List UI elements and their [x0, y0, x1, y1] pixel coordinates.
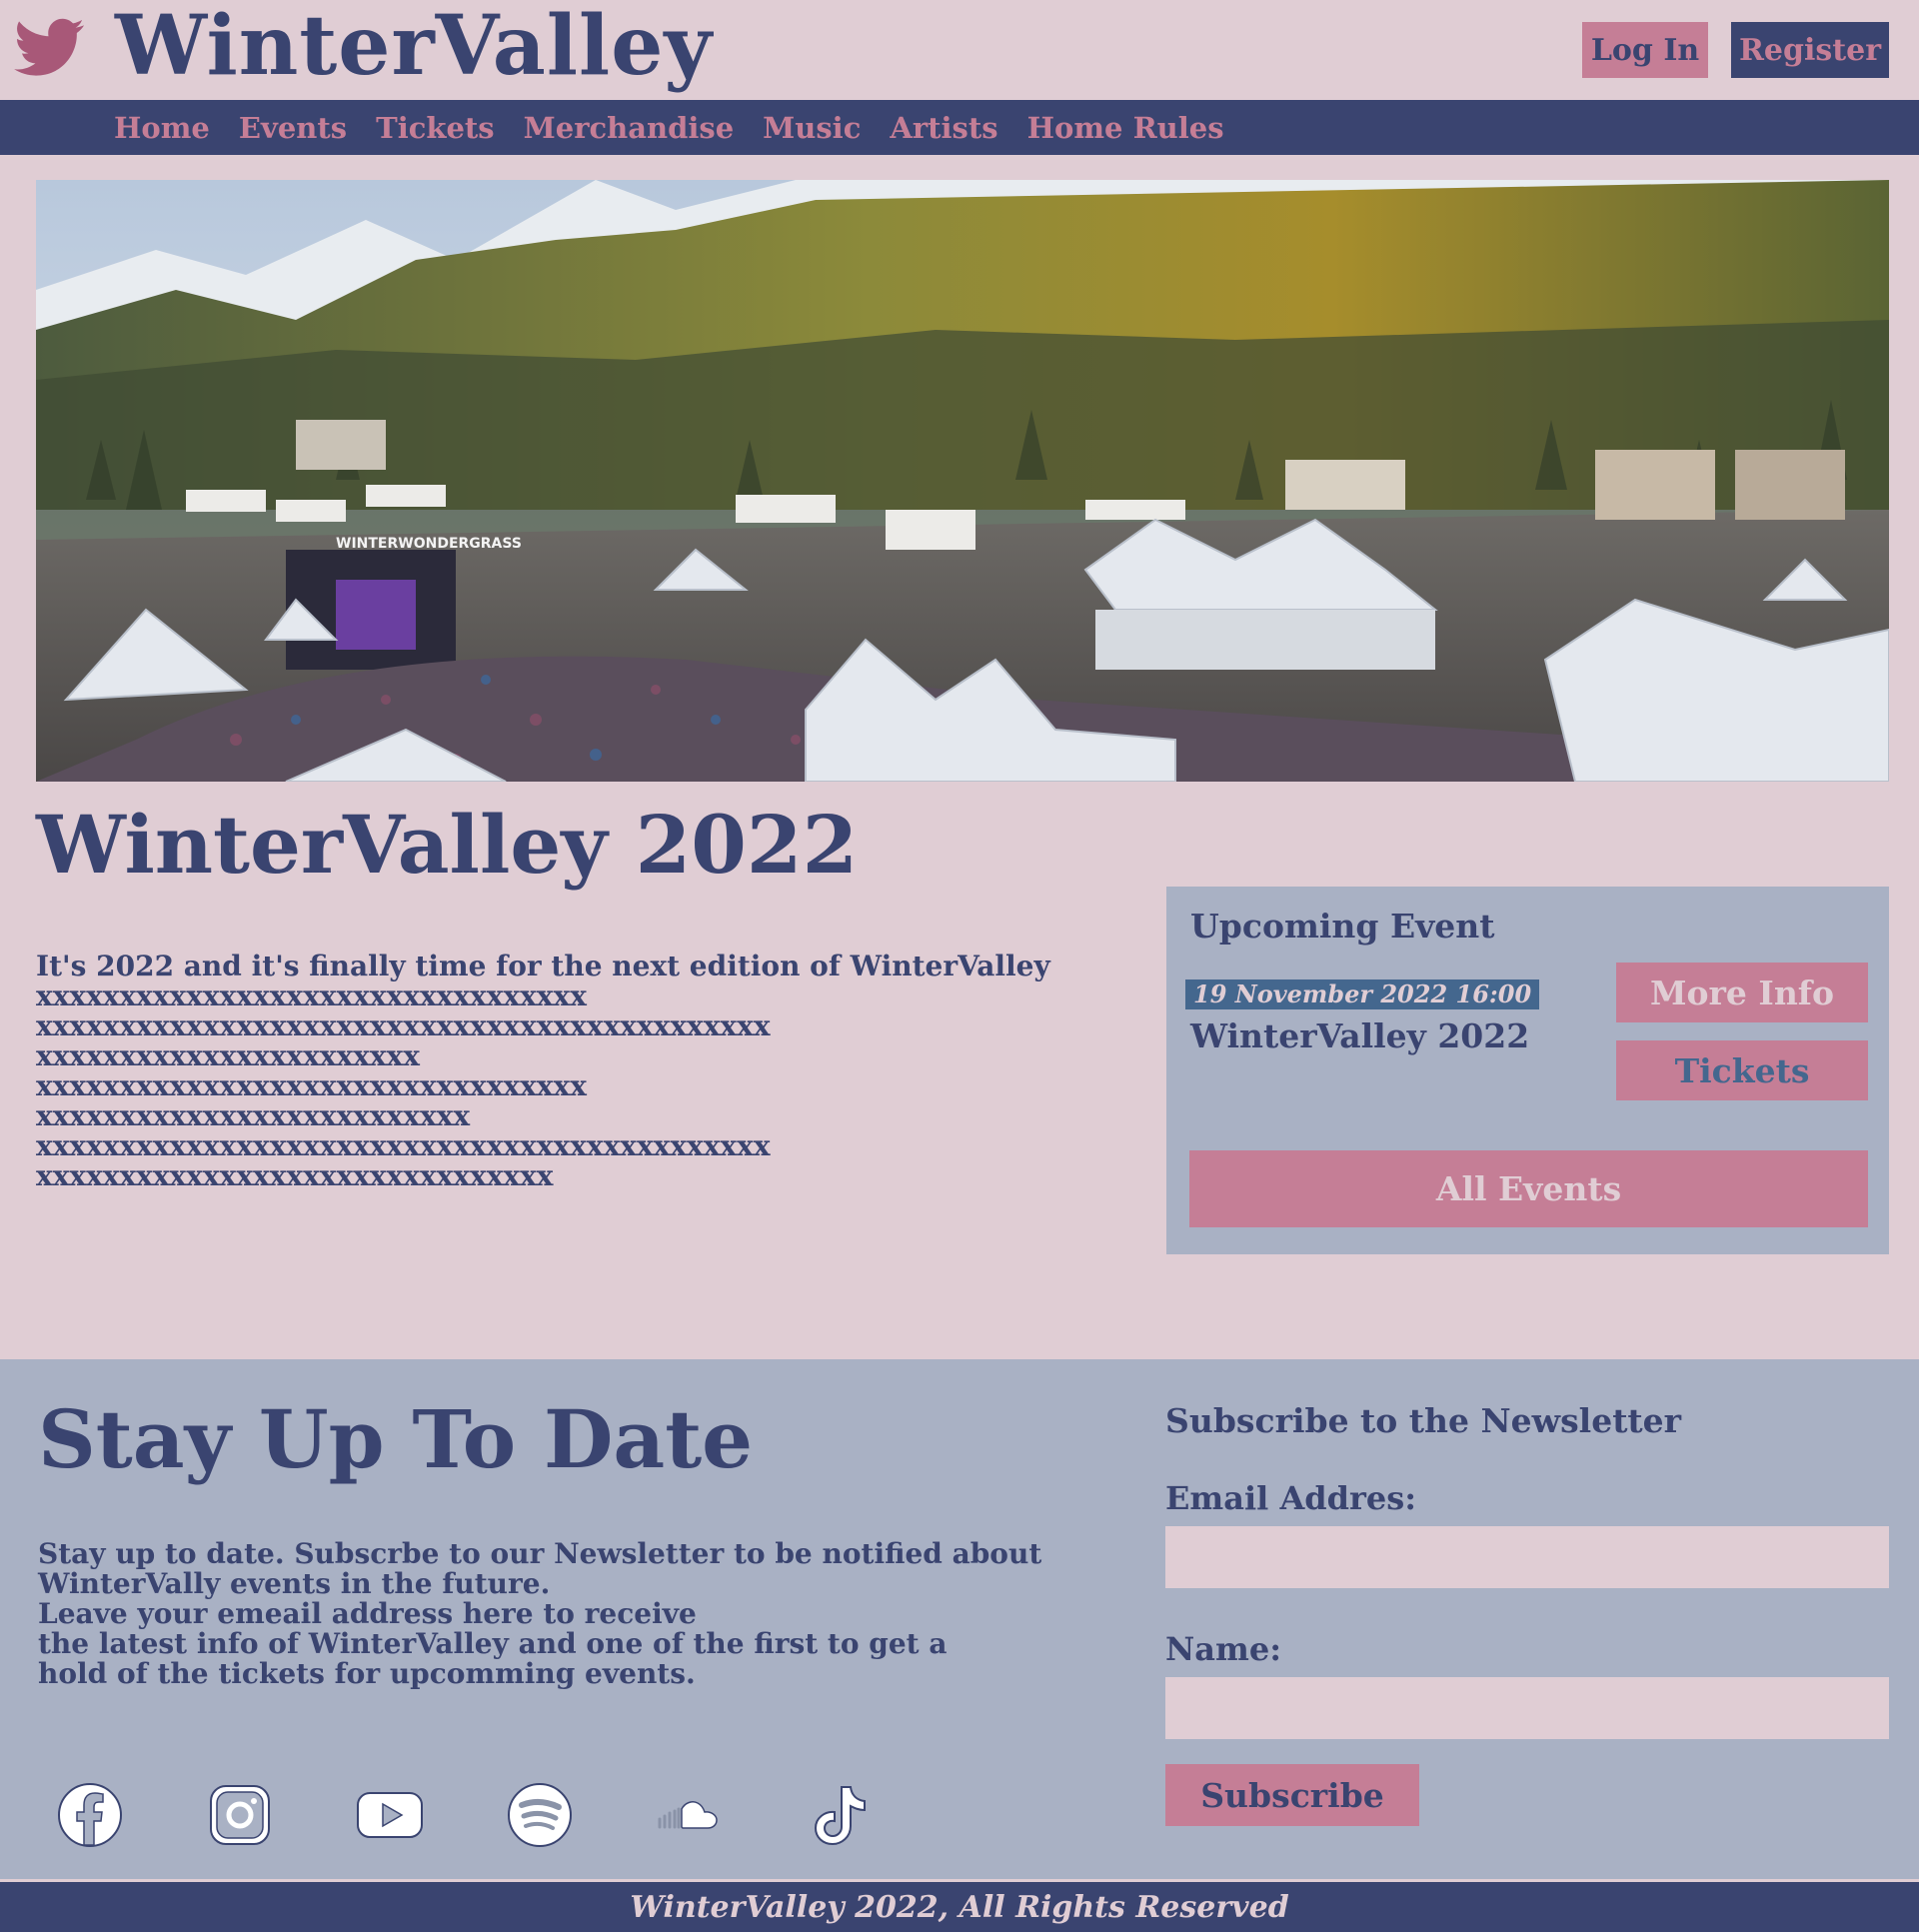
- nav-item-music[interactable]: Music: [763, 111, 861, 145]
- youtube-icon[interactable]: [356, 1781, 424, 1849]
- subscribe-button[interactable]: Subscribe: [1165, 1764, 1419, 1826]
- subscribe-heading: Subscribe to the Newsletter: [1165, 1401, 1682, 1440]
- newsletter-text: Stay up to date. Subscrbe to our Newslet…: [38, 1539, 1117, 1689]
- email-label: Email Addres:: [1165, 1479, 1417, 1517]
- facebook-icon[interactable]: [56, 1781, 124, 1849]
- main-nav: Home Events Tickets Merchandise Music Ar…: [0, 100, 1919, 155]
- upcoming-event-panel: Upcoming Event 19 November 2022 16:00 Wi…: [1166, 887, 1889, 1254]
- nav-item-home-rules[interactable]: Home Rules: [1027, 111, 1224, 145]
- hero-stage-sign: WINTERWONDERGRASS: [336, 536, 522, 552]
- more-info-button[interactable]: More Info: [1616, 963, 1868, 1022]
- page-title: WinterValley 2022: [36, 798, 859, 892]
- tiktok-icon[interactable]: [806, 1781, 874, 1849]
- intro-line: xxxxxxxxxxxxxxxxxxxxxxxxxxxxxxxxxxxxxxxx…: [36, 1009, 771, 1042]
- footer-copyright: WinterValley 2022, All Rights Reserved: [630, 1889, 1289, 1925]
- bird-icon[interactable]: [10, 12, 90, 82]
- instagram-icon[interactable]: [206, 1781, 274, 1849]
- newsletter-section: Stay Up To Date Stay up to date. Subscrb…: [0, 1359, 1919, 1879]
- newsletter-text-line: hold of the tickets for upcomming events…: [38, 1657, 696, 1690]
- nav-item-events[interactable]: Events: [239, 111, 347, 145]
- nav-item-home[interactable]: Home: [114, 111, 210, 145]
- site-brand[interactable]: WinterValley: [115, 0, 713, 92]
- email-field[interactable]: [1165, 1526, 1889, 1588]
- hero-image: WINTERWONDERGRASS: [36, 180, 1889, 782]
- register-button[interactable]: Register: [1731, 22, 1889, 78]
- nav-item-artists[interactable]: Artists: [890, 111, 997, 145]
- name-field[interactable]: [1165, 1677, 1889, 1739]
- intro-line: xxxxxxxxxxxxxxxxxxxxxxxxxxxxxxx: [36, 1159, 554, 1192]
- intro-line: It's 2022 and it's finally time for the …: [36, 950, 1050, 982]
- newsletter-text-line: Leave your emeail address here to receiv…: [38, 1597, 697, 1630]
- intro-text: It's 2022 and it's finally time for the …: [36, 952, 1115, 1191]
- intro-line: xxxxxxxxxxxxxxxxxxxxxxx: [36, 1039, 420, 1072]
- all-events-button[interactable]: All Events: [1189, 1150, 1868, 1227]
- tickets-button[interactable]: Tickets: [1616, 1040, 1868, 1100]
- nav-item-tickets[interactable]: Tickets: [376, 111, 495, 145]
- login-button[interactable]: Log In: [1582, 22, 1708, 78]
- name-label: Name:: [1165, 1630, 1282, 1668]
- intro-line: xxxxxxxxxxxxxxxxxxxxxxxxxxxxxxxxx: [36, 979, 587, 1012]
- event-name: WinterValley 2022: [1190, 1016, 1530, 1055]
- upcoming-event-heading: Upcoming Event: [1190, 907, 1495, 946]
- site-header: WinterValley Log In Register: [0, 0, 1919, 100]
- nav-item-merchandise[interactable]: Merchandise: [524, 111, 735, 145]
- soundcloud-icon[interactable]: [656, 1781, 724, 1849]
- intro-line: xxxxxxxxxxxxxxxxxxxxxxxxxx: [36, 1099, 471, 1132]
- intro-line: xxxxxxxxxxxxxxxxxxxxxxxxxxxxxxxxxxxxxxxx…: [36, 1129, 771, 1162]
- event-date-badge: 19 November 2022 16:00: [1185, 979, 1540, 1009]
- newsletter-text-line: Stay up to date. Subscrbe to our Newslet…: [38, 1537, 1042, 1570]
- newsletter-title: Stay Up To Date: [38, 1392, 754, 1486]
- site-footer: WinterValley 2022, All Rights Reserved: [0, 1882, 1919, 1932]
- newsletter-text-line: the latest info of WinterValley and one …: [38, 1627, 948, 1660]
- intro-line: xxxxxxxxxxxxxxxxxxxxxxxxxxxxxxxxx: [36, 1069, 587, 1102]
- spotify-icon[interactable]: [506, 1781, 574, 1849]
- newsletter-text-line: WinterVally events in the future.: [38, 1567, 551, 1600]
